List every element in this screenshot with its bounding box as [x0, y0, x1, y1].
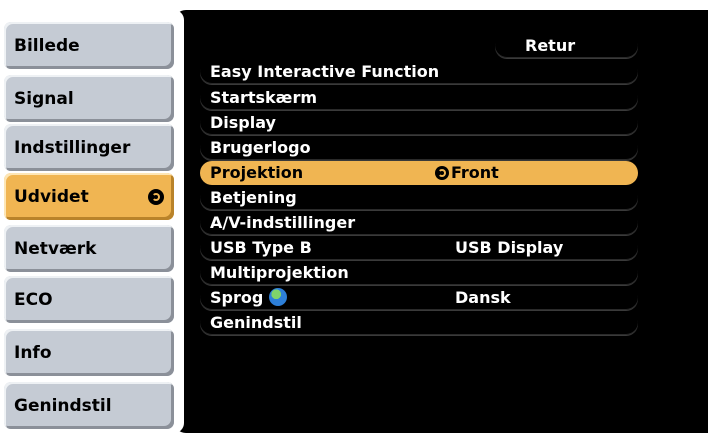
- projektion-value: Front: [451, 163, 499, 182]
- menu-item-label: Easy Interactive Function: [210, 62, 440, 81]
- menu-item-startskaerm[interactable]: Startskærm: [200, 86, 638, 110]
- tab-netvaerk[interactable]: Netværk: [4, 225, 174, 272]
- menu-item-sprog[interactable]: Sprog Dansk: [200, 286, 638, 310]
- menu-item-value: Dansk: [455, 288, 511, 307]
- menu-item-label: Multiprojektion: [210, 263, 349, 282]
- menu-item-value: USB Display: [455, 238, 564, 257]
- tab-label: ECO: [14, 289, 53, 310]
- menu-item-av-indstillinger[interactable]: A/V-indstillinger: [200, 211, 638, 235]
- tab-label: Udvidet: [14, 186, 89, 207]
- menu-item-label-wrap: Sprog: [210, 288, 288, 307]
- menu-item-projektion[interactable]: Projektion Front: [200, 161, 638, 185]
- globe-icon: [269, 288, 288, 306]
- menu-item-betjening[interactable]: Betjening: [200, 186, 638, 210]
- menu-item-value: Front: [435, 163, 499, 182]
- menu-item-label: Projektion: [210, 163, 304, 182]
- retur-button[interactable]: Retur: [495, 34, 638, 58]
- menu-item-label: Sprog: [210, 288, 264, 307]
- menu-item-label: Brugerlogo: [210, 138, 311, 157]
- tab-udvidet[interactable]: Udvidet: [4, 173, 174, 220]
- enter-icon: [435, 166, 449, 180]
- menu-item-label: A/V-indstillinger: [210, 213, 356, 232]
- menu-item-multiprojektion[interactable]: Multiprojektion: [200, 261, 638, 285]
- tab-genindstil[interactable]: Genindstil: [4, 382, 174, 429]
- menu-item-label: Display: [210, 113, 276, 132]
- menu-item-brugerlogo[interactable]: Brugerlogo: [200, 136, 638, 160]
- tab-billede[interactable]: Billede: [4, 22, 174, 69]
- menu-sidebar: Billede Signal Indstillinger Udvidet Net…: [0, 0, 178, 433]
- menu-item-label: USB Type B: [210, 238, 312, 257]
- enter-icon: [148, 188, 164, 205]
- menu-item-easy-interactive-function[interactable]: Easy Interactive Function: [200, 60, 638, 84]
- tab-label: Indstillinger: [14, 137, 131, 158]
- menu-item-genindstil[interactable]: Genindstil: [200, 311, 638, 335]
- menu-item-usb-type-b[interactable]: USB Type B USB Display: [200, 236, 638, 260]
- menu-item-display[interactable]: Display: [200, 111, 638, 135]
- tab-indstillinger[interactable]: Indstillinger: [4, 124, 174, 171]
- tab-info[interactable]: Info: [4, 329, 174, 376]
- tab-label: Genindstil: [14, 395, 112, 416]
- tab-eco[interactable]: ECO: [4, 276, 174, 323]
- menu-item-label: Startskærm: [210, 88, 317, 107]
- retur-label: Retur: [525, 36, 576, 55]
- tab-label: Netværk: [14, 238, 97, 259]
- menu-item-label: Genindstil: [210, 313, 302, 332]
- menu-item-label: Betjening: [210, 188, 297, 207]
- tab-label: Billede: [14, 35, 80, 56]
- tab-label: Signal: [14, 88, 74, 109]
- panel-divider: [174, 10, 184, 433]
- tab-signal[interactable]: Signal: [4, 75, 174, 122]
- tab-label: Info: [14, 342, 52, 363]
